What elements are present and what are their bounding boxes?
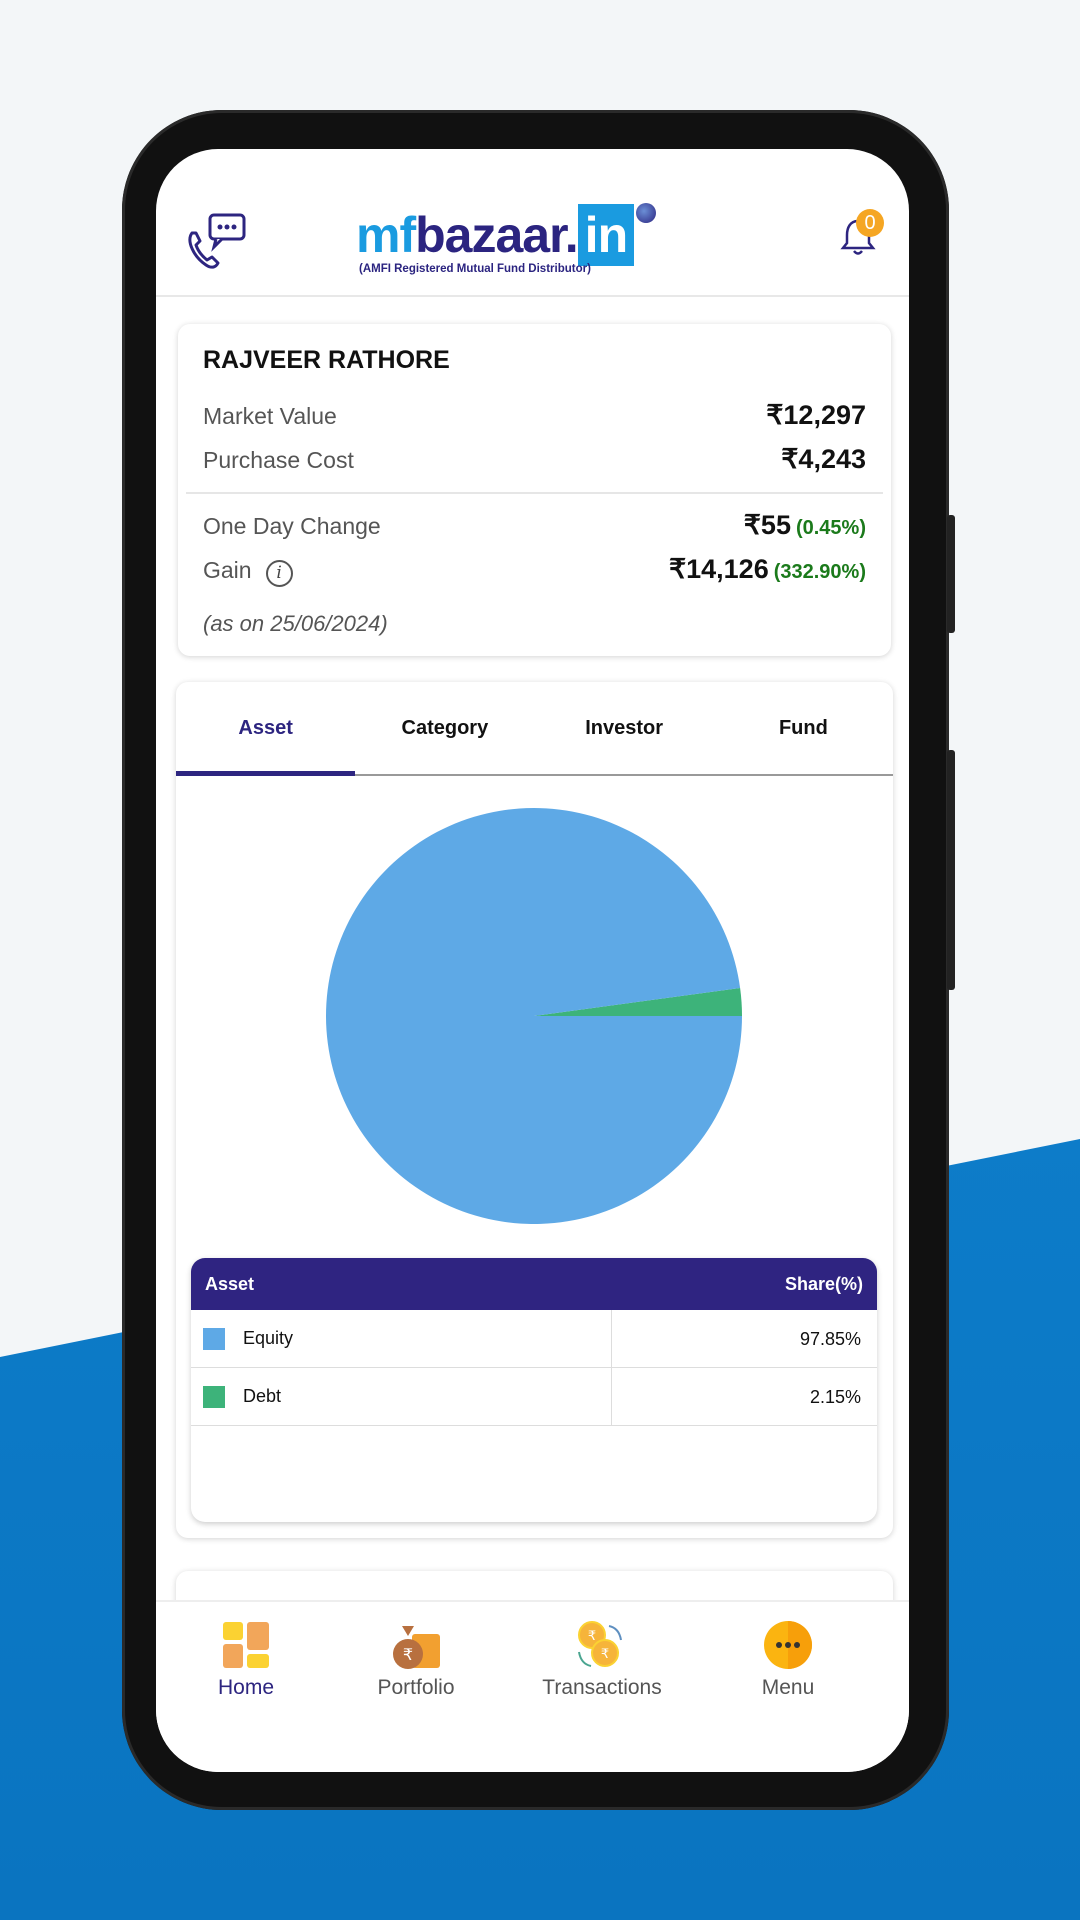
gain-value: ₹14,126: [668, 554, 769, 584]
svg-text:₹: ₹: [403, 1645, 413, 1664]
purchase-cost-label: Purchase Cost: [203, 447, 354, 473]
nav-portfolio[interactable]: ₹ Portfolio: [326, 1620, 506, 1700]
market-value-label: Market Value: [203, 403, 337, 429]
tab-asset[interactable]: Asset: [176, 682, 356, 776]
allocation-card: Asset Category Investor Fund Asset Share(…: [176, 682, 893, 1538]
nav-home[interactable]: Home: [156, 1620, 336, 1700]
phone-volume-button: [947, 515, 955, 633]
tab-investor[interactable]: Investor: [535, 682, 714, 774]
tab-fund[interactable]: Fund: [714, 682, 893, 774]
equity-swatch: [203, 1327, 225, 1350]
table-row: Equity 97.85%: [191, 1310, 877, 1368]
bottom-navigation: Home ₹ Portfolio ₹ ₹ Transactions Menu: [156, 1600, 909, 1772]
table-row: Debt 2.15%: [191, 1368, 877, 1426]
logo-subtitle: (AMFI Registered Mutual Fund Distributor…: [359, 263, 591, 275]
purchase-cost: ₹4,243: [781, 444, 866, 474]
gain-pct: (332.90%): [773, 561, 866, 583]
nav-portfolio-label: Portfolio: [377, 1676, 455, 1699]
svg-text:₹: ₹: [588, 1629, 596, 1644]
asset-share: 97.85%: [799, 1329, 861, 1349]
app-header: mfbazaar. in (AMFI Registered Mutual Fund…: [156, 149, 909, 297]
pie-slice-equity[interactable]: [326, 808, 742, 1225]
nav-home-label: Home: [217, 1676, 275, 1699]
tab-category[interactable]: Category: [355, 682, 534, 774]
allocation-tabs: Asset Category Investor Fund: [176, 682, 893, 776]
nav-menu[interactable]: Menu: [698, 1620, 878, 1700]
one-day-change-pct: (0.45%): [795, 517, 866, 539]
call-chat-icon[interactable]: [184, 211, 248, 273]
rupee-exchange-icon: ₹ ₹: [578, 1621, 622, 1667]
portfolio-summary-card: RAJVEER RATHORE Market Value ₹12,297 Purc…: [178, 324, 891, 656]
asset-name: Equity: [243, 1328, 294, 1348]
debt-swatch: [203, 1385, 225, 1408]
svg-text:₹: ₹: [601, 1647, 609, 1662]
info-icon[interactable]: i: [265, 560, 293, 588]
header-asset: Asset: [205, 1273, 255, 1294]
asset-share: 2.15%: [809, 1387, 861, 1407]
header-share: Share(%): [784, 1273, 863, 1294]
notification-badge: 0: [856, 209, 884, 237]
investor-name: RAJVEER RATHORE: [203, 346, 450, 374]
home-grid-icon: [223, 1622, 269, 1668]
mfbazaar-logo: mfbazaar. in (AMFI Registered Mutual Fund…: [356, 204, 696, 275]
phone-power-button: [947, 750, 955, 990]
one-day-change: ₹55: [743, 510, 791, 540]
nav-transactions[interactable]: ₹ ₹ Transactions: [512, 1620, 692, 1700]
asset-share-table: Asset Share(%) Equity 97.85% Debt 2.15%: [191, 1258, 877, 1522]
one-day-change-label: One Day Change: [203, 513, 381, 539]
nav-transactions-label: Transactions: [542, 1676, 662, 1699]
asset-name: Debt: [243, 1386, 282, 1406]
app-screen: mfbazaar. in (AMFI Registered Mutual Fund…: [156, 149, 909, 1772]
divider: [186, 492, 883, 494]
nav-menu-label: Menu: [761, 1676, 815, 1699]
asset-pie-chart: [326, 808, 742, 1225]
market-value: ₹12,297: [766, 400, 866, 430]
more-dots-icon: [764, 1621, 812, 1669]
money-bag-icon: ₹: [393, 1626, 440, 1669]
gain-label: Gain: [203, 557, 252, 583]
as-on-date: (as on 25/06/2024): [203, 611, 388, 636]
